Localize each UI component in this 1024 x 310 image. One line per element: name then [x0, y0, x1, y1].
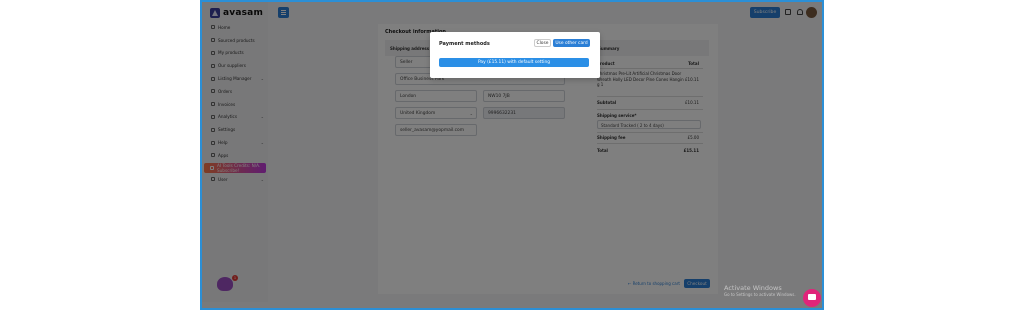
close-button[interactable]: Close — [534, 39, 551, 47]
activate-windows-title: Activate Windows — [724, 284, 782, 292]
activate-windows-hint: Go to Settings to activate Windows. — [724, 292, 796, 297]
use-other-card-button[interactable]: Use other card — [553, 39, 590, 47]
chat-button[interactable] — [803, 289, 821, 307]
modal-title: Payment methods — [439, 41, 490, 47]
app-window: avasam Home Sourced products My products… — [200, 0, 824, 310]
payment-methods-modal: Payment methods Close Use other card Pay… — [430, 32, 600, 78]
pay-default-button[interactable]: Pay (£15.11) with default setting — [439, 58, 589, 67]
chat-icon — [808, 294, 816, 300]
